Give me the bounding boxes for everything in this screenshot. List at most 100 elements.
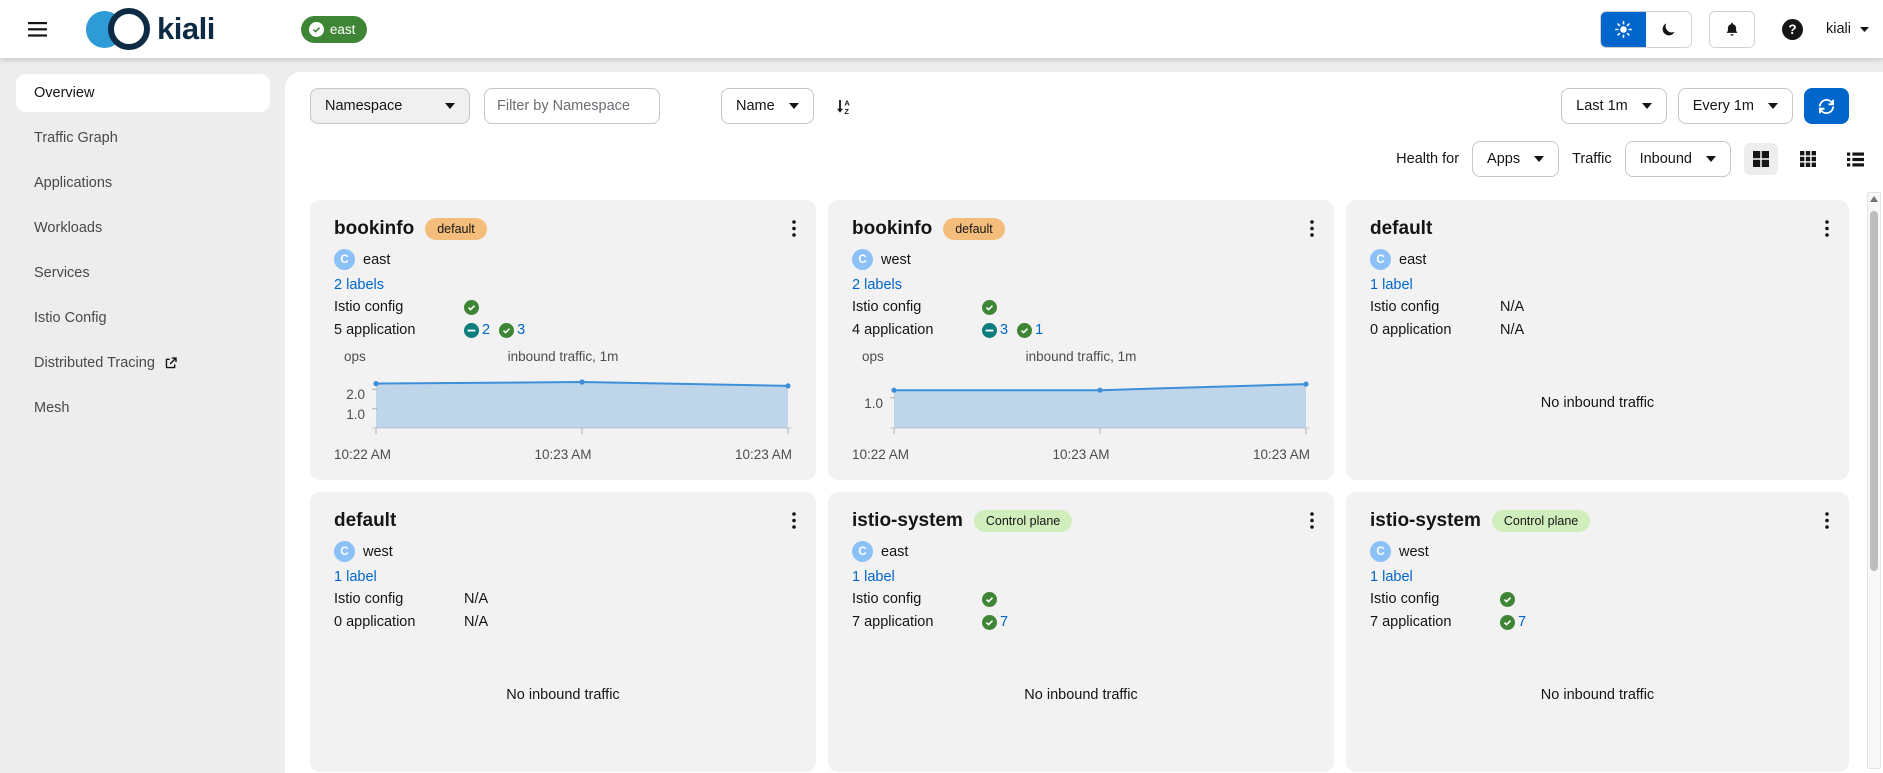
filter-type-dropdown[interactable]: Namespace	[310, 88, 470, 124]
no-inbound-traffic-message: No inbound traffic	[1540, 686, 1655, 703]
namespace-card-default-east: default Ceast 1 label Istio config N/A 0 appl…	[1346, 200, 1849, 480]
sort-field-dropdown[interactable]: Name	[721, 88, 814, 124]
svg-text:Z: Z	[844, 107, 849, 115]
card-title-row: default	[1370, 218, 1825, 240]
sidebar-item-label: Traffic Graph	[34, 130, 118, 146]
no-inbound-traffic-message: No inbound traffic	[1540, 394, 1655, 411]
cluster-name: west	[1399, 543, 1429, 560]
namespace-name-link[interactable]: default	[334, 510, 396, 532]
cluster-name: west	[363, 543, 393, 560]
healthy-icon	[982, 299, 997, 315]
kiali-logo-ring-icon	[108, 8, 150, 50]
compact-view-button[interactable]	[1791, 143, 1825, 175]
istio_config-status	[982, 299, 997, 315]
traffic-direction-dropdown[interactable]: Inbound	[1624, 141, 1731, 177]
labels-link[interactable]: 2 labels	[852, 277, 902, 293]
list-view-button[interactable]	[1838, 144, 1873, 175]
sort-order-button[interactable]: A Z	[836, 98, 852, 115]
application-status-text: N/A	[1500, 322, 1525, 338]
large-grid-icon	[1753, 151, 1769, 167]
duration-dropdown[interactable]: Last 1m	[1561, 88, 1667, 124]
sort-alpha-down-icon: A Z	[836, 98, 850, 115]
light-theme-button[interactable]	[1601, 11, 1647, 47]
sidebar-item-label: Istio Config	[34, 310, 107, 326]
namespace-name-link[interactable]: istio-system	[852, 510, 963, 532]
small-grid-icon	[1800, 151, 1816, 167]
namespace-card-bookinfo-west: bookinfo default Cwest 2 labels Istio config…	[828, 200, 1334, 480]
namespace-name-link[interactable]: bookinfo	[334, 218, 414, 240]
dark-theme-button[interactable]	[1646, 11, 1692, 47]
chevron-down-icon	[1534, 156, 1545, 162]
application-status-count[interactable]: 1	[1035, 322, 1043, 338]
namespace-filter-input[interactable]	[484, 88, 660, 124]
namespace-card-istio-system-east: istio-system Control plane Ceast 1 label Ist…	[828, 492, 1334, 772]
chart-title: inbound traffic, 1m	[507, 349, 619, 364]
chart-y-tick: 1.0	[346, 407, 365, 422]
refresh-button[interactable]	[1804, 88, 1849, 124]
duration-label: Last 1m	[1576, 98, 1628, 114]
healthy-icon	[1500, 614, 1515, 630]
labels-link[interactable]: 1 label	[1370, 277, 1413, 293]
sidebar-item-applications[interactable]: Applications	[16, 164, 270, 202]
scrollbar-thumb[interactable]	[1870, 211, 1878, 571]
sidebar-item-workloads[interactable]: Workloads	[16, 209, 270, 247]
application-row: 7 application 7	[1370, 613, 1825, 631]
refresh-interval-dropdown[interactable]: Every 1m	[1677, 88, 1793, 124]
namespace-name-link[interactable]: bookinfo	[852, 218, 932, 240]
card-actions-kebab-button[interactable]	[1819, 216, 1835, 244]
card-title-row: bookinfo default	[334, 218, 792, 240]
sidebar-item-label: Mesh	[34, 400, 70, 416]
sidebar-item-traffic-graph[interactable]: Traffic Graph	[16, 119, 270, 157]
home-cluster-name: east	[329, 21, 356, 37]
notifications-button[interactable]	[1709, 10, 1756, 48]
bell-icon	[1726, 22, 1738, 36]
inbound-traffic-chart: ops inbound traffic, 1m 2.0 1.0 10:22 AM 10:2…	[334, 349, 792, 462]
sidebar-item-mesh[interactable]: Mesh	[16, 389, 270, 427]
chart-x-tick: 10:22 AM	[334, 447, 392, 462]
vertical-scrollbar[interactable]	[1867, 192, 1881, 769]
sidebar-item-label: Applications	[34, 175, 113, 191]
cluster-name: east	[1399, 251, 1427, 268]
sidebar-item-istio-config[interactable]: Istio Config	[16, 299, 270, 337]
labels-link[interactable]: 1 label	[1370, 569, 1413, 585]
labels-link[interactable]: 1 label	[852, 569, 895, 585]
card-actions-kebab-button[interactable]	[786, 216, 802, 244]
refresh-interval-label: Every 1m	[1692, 98, 1754, 114]
health-for-label: Health for	[1396, 151, 1460, 167]
scroll-up-arrow-icon[interactable]	[1870, 196, 1878, 204]
expanded-view-button[interactable]	[1744, 143, 1778, 175]
application-count-label: 4 application	[852, 322, 934, 338]
sidebar-item-distributed-tracing[interactable]: Distributed Tracing	[16, 344, 270, 382]
application-row: 4 application 3 1	[852, 321, 1310, 339]
card-actions-kebab-button[interactable]	[786, 508, 802, 536]
kebab-icon	[792, 512, 796, 529]
labels-link[interactable]: 2 labels	[334, 277, 384, 293]
nav-toggle-button[interactable]	[22, 14, 52, 44]
application-status-count[interactable]: 3	[1000, 322, 1008, 338]
namespace-name-link[interactable]: default	[1370, 218, 1432, 240]
labels-link[interactable]: 1 label	[334, 569, 377, 585]
inbound-traffic-sparkline	[890, 381, 1310, 434]
user-menu[interactable]: kiali	[1826, 21, 1869, 37]
help-button[interactable]: ?	[1782, 18, 1804, 40]
chart-x-tick: 10:23 AM	[534, 447, 592, 462]
chart-x-axis: 10:22 AM 10:23 AM 10:23 AM	[334, 447, 792, 462]
kebab-icon	[1825, 220, 1829, 237]
application-status-count[interactable]: 3	[517, 322, 525, 338]
cluster-name: west	[881, 251, 911, 268]
application-status-count[interactable]: 2	[482, 322, 490, 338]
health-for-dropdown[interactable]: Apps	[1472, 141, 1560, 177]
card-actions-kebab-button[interactable]	[1819, 508, 1835, 536]
card-actions-kebab-button[interactable]	[1304, 508, 1320, 536]
namespace-name-link[interactable]: istio-system	[1370, 510, 1481, 532]
application-status-count[interactable]: 7	[1000, 614, 1008, 630]
sidebar-item-services[interactable]: Services	[16, 254, 270, 292]
chart-y-tick: 2.0	[346, 387, 365, 402]
cluster-row: Ceast	[1370, 249, 1825, 270]
card-actions-kebab-button[interactable]	[1304, 216, 1320, 244]
application-status-count[interactable]: 7	[1518, 614, 1526, 630]
inbound-traffic-sparkline	[372, 379, 792, 434]
chart-x-tick: 10:23 AM	[1252, 447, 1310, 462]
sidebar-item-overview[interactable]: Overview	[16, 74, 270, 112]
application-status: N/A	[1500, 322, 1524, 338]
